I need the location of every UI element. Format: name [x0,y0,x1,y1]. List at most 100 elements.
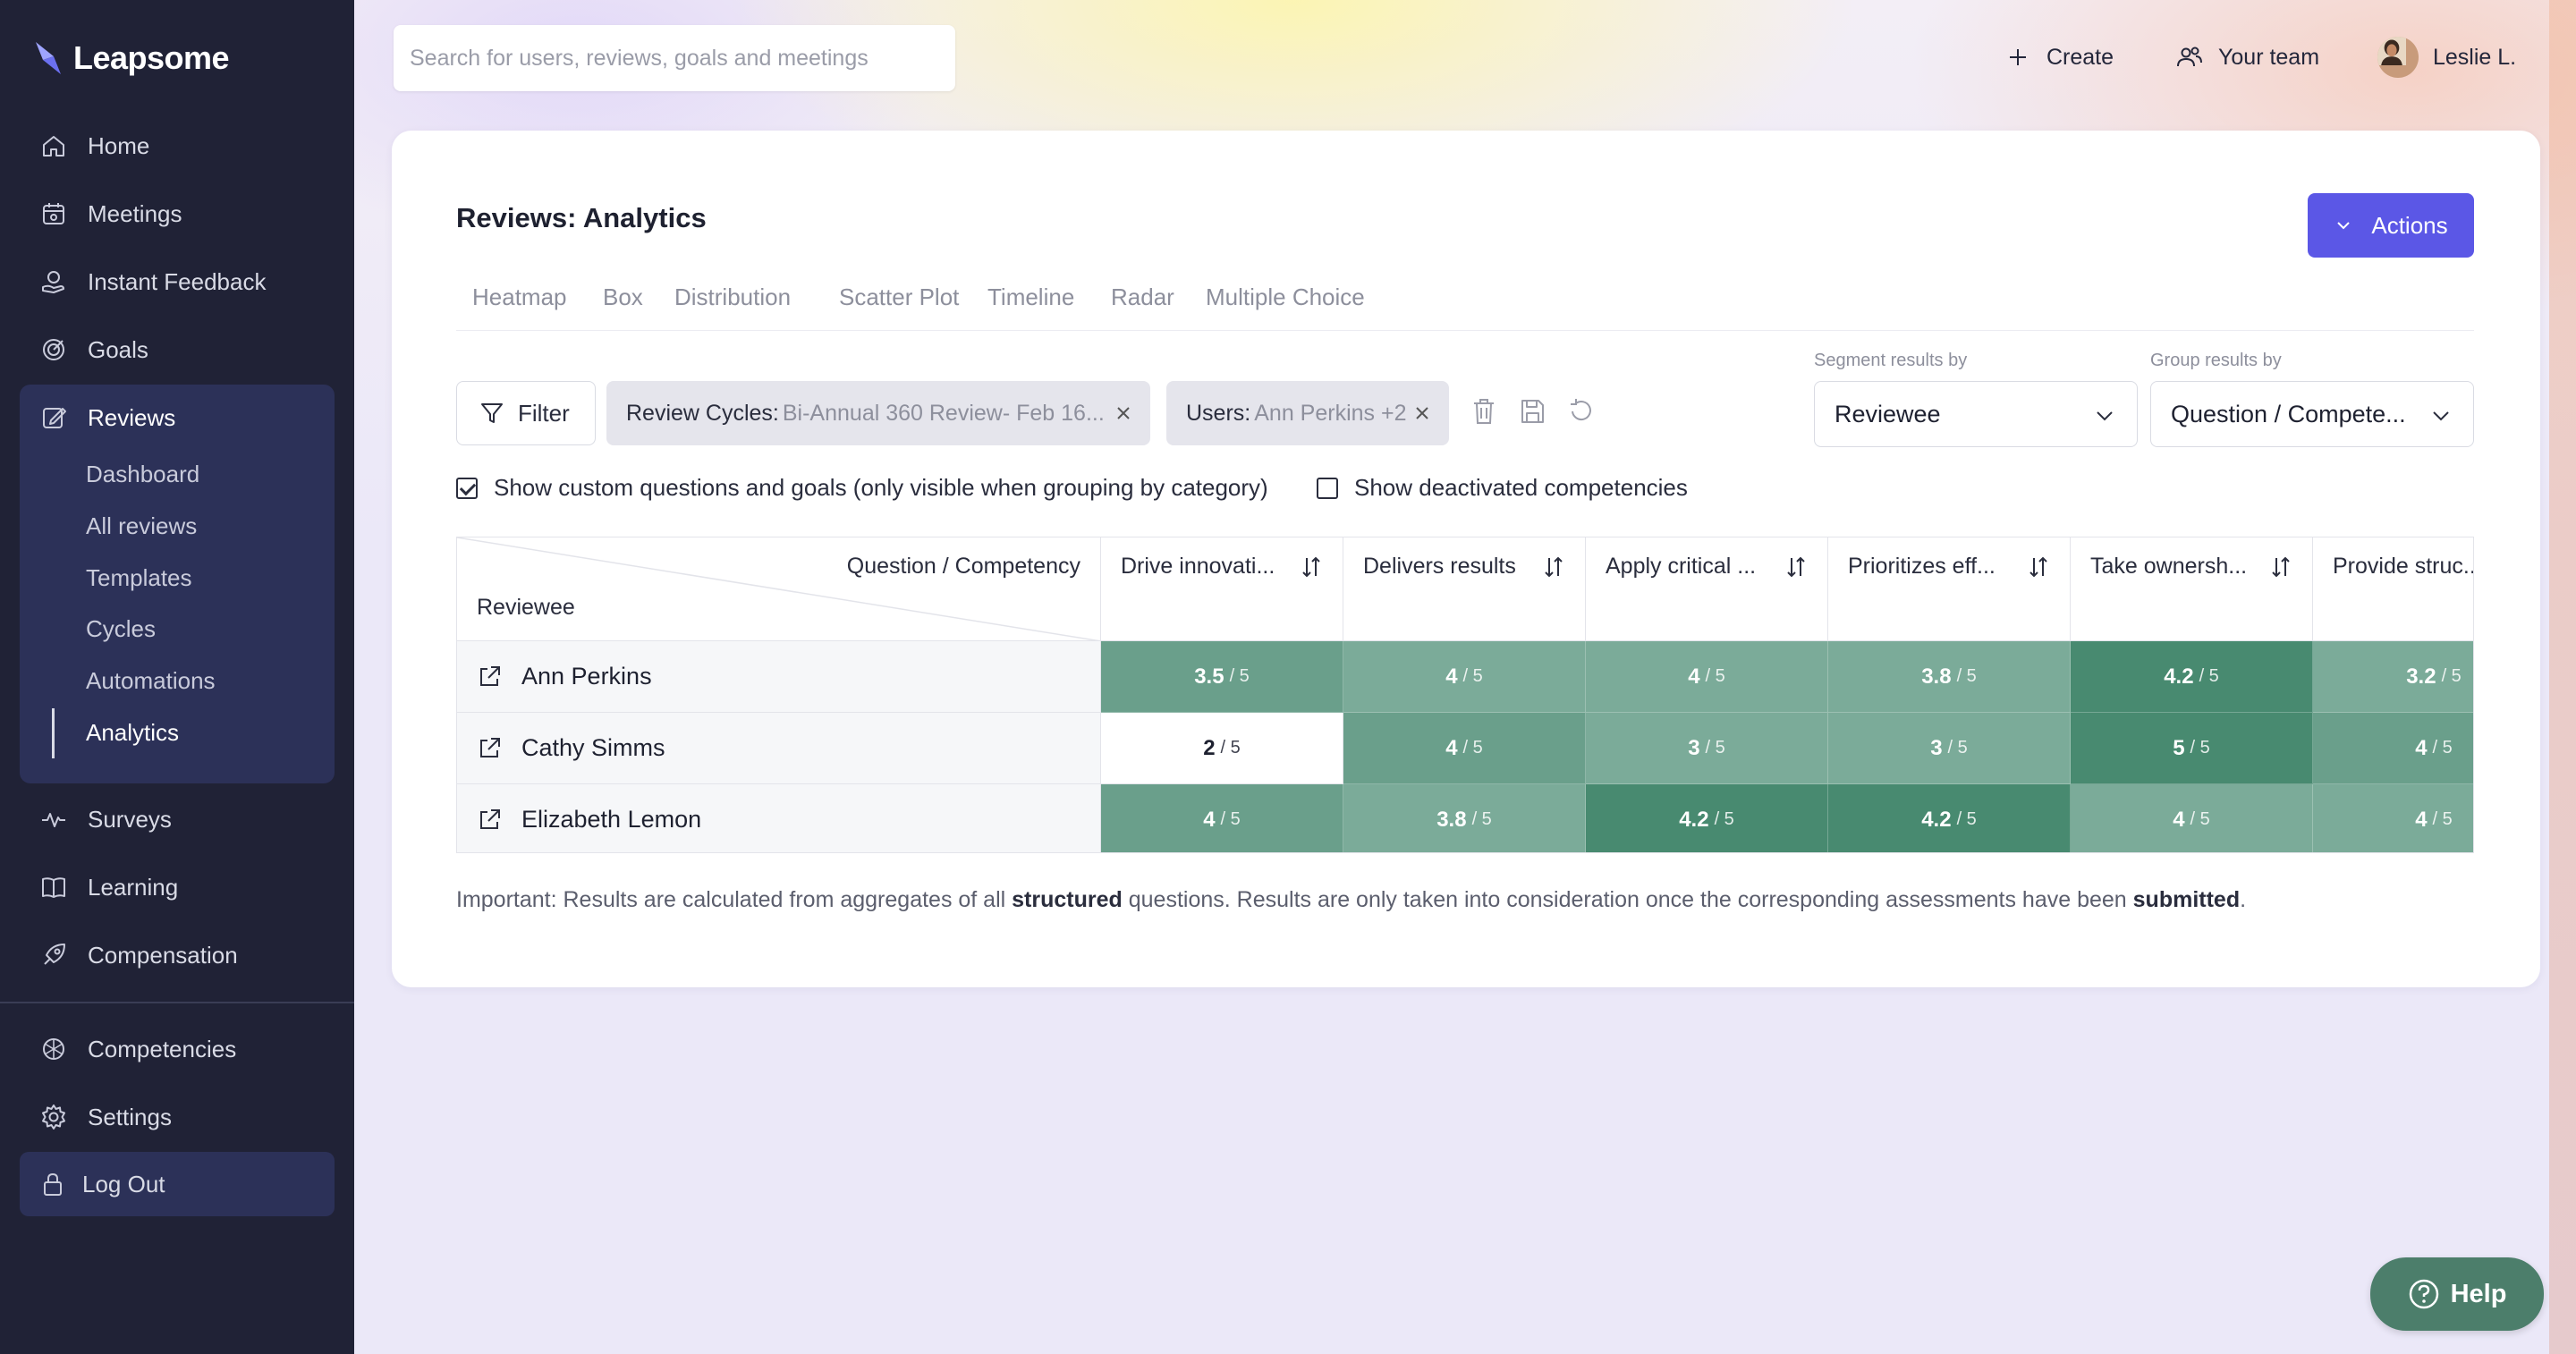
sidebar-subitem-cycles[interactable]: Cycles [86,607,156,650]
save-icon[interactable] [1517,395,1547,427]
sidebar-subitem-dashboard[interactable]: Dashboard [86,453,199,495]
checkbox-checked[interactable] [456,477,478,499]
sidebar-subitem-analytics[interactable]: Analytics [86,711,179,754]
tab-heatmap[interactable]: Heatmap [472,279,567,315]
column-header[interactable]: Delivers results [1343,537,1586,641]
filter-button[interactable]: Filter [456,381,596,445]
sidebar-item-label: Surveys [88,805,172,833]
segment-select[interactable]: Reviewee [1814,381,2138,447]
heatmap-cell[interactable]: 2/ 5 [1101,713,1343,784]
sidebar-item-home[interactable]: Home [20,118,335,173]
filter-chip-users[interactable]: Users: Ann Perkins +2 [1166,381,1449,445]
cell-denominator: / 5 [1714,809,1734,829]
table-row-header[interactable]: Cathy Simms [457,713,1101,784]
help-button[interactable]: Help [2370,1257,2544,1331]
table-row-header[interactable]: Elizabeth Lemon [457,784,1101,852]
heatmap-cell[interactable]: 4/ 5 [2071,784,2313,852]
column-header[interactable]: Drive innovati... [1101,537,1343,641]
heatmap-cell[interactable]: 4/ 5 [1343,641,1586,713]
sort-icon[interactable] [1783,554,1809,580]
sort-icon[interactable] [2025,554,2052,580]
sidebar-item-goals[interactable]: Goals [20,322,335,377]
cell-denominator: / 5 [1220,738,1241,757]
tab-scatter-plot[interactable]: Scatter Plot [839,279,959,315]
search-input[interactable] [394,25,955,91]
heatmap-cell[interactable]: 4.2/ 5 [1586,784,1828,852]
sidebar-item-settings[interactable]: Settings [20,1089,335,1145]
reset-icon[interactable] [1565,395,1596,427]
column-header[interactable]: Apply critical ... [1586,537,1828,641]
tab-box[interactable]: Box [603,279,643,315]
external-link-icon[interactable] [475,806,504,834]
cell-score: 4 [2415,735,2428,760]
heatmap-cell[interactable]: 4.2/ 5 [1828,784,2071,852]
column-header[interactable]: Provide struc... [2313,537,2474,641]
close-icon[interactable] [1111,401,1136,426]
create-label: Create [2046,44,2114,70]
column-header[interactable]: Prioritizes eff... [1828,537,2071,641]
sidebar-item-compensation[interactable]: Compensation [20,927,335,983]
column-header[interactable]: Take ownersh... [2071,537,2313,641]
heatmap-cell[interactable]: 3.2/ 5 [2313,641,2473,713]
sidebar-item-instant-feedback[interactable]: Instant Feedback [20,254,335,309]
heatmap-cell[interactable]: 3.8/ 5 [1828,641,2071,713]
logout-button[interactable]: Log Out [20,1152,335,1216]
cell-score: 4.2 [1679,807,1709,832]
external-link-icon[interactable] [475,663,504,691]
heatmap-cell[interactable]: 3/ 5 [1828,713,2071,784]
tab-radar[interactable]: Radar [1111,279,1174,315]
custom-questions-checkbox[interactable]: Show custom questions and goals (only vi… [456,474,1268,502]
sidebar-item-surveys[interactable]: Surveys [20,791,335,847]
column-header-label: Provide struc... [2333,554,2474,579]
sidebar-item-reviews[interactable]: Reviews [20,390,335,445]
heatmap-cell[interactable]: 4/ 5 [1343,713,1586,784]
tab-multiple-choice[interactable]: Multiple Choice [1206,279,1365,315]
heatmap-cell[interactable]: 3/ 5 [1586,713,1828,784]
sidebar-item-label: Settings [88,1103,172,1130]
heatmap-cell[interactable]: 4.2/ 5 [2071,641,2313,713]
leapsome-logo[interactable]: Leapsome [34,39,230,77]
tab-timeline[interactable]: Timeline [987,279,1074,315]
global-search[interactable] [394,25,955,91]
sidebar-item-learning[interactable]: Learning [20,859,335,915]
competencies-icon [43,1038,64,1060]
chip-label: Users: [1186,400,1251,426]
surveys-icon [42,813,65,827]
heatmap-cell[interactable]: 4/ 5 [2313,784,2473,852]
sidebar-item-competencies[interactable]: Competencies [20,1021,335,1077]
external-link-icon[interactable] [475,734,504,763]
heatmap-cell[interactable]: 5 / 5 [2071,713,2313,784]
sidebar-item-label: Instant Feedback [88,267,267,295]
heatmap-cell[interactable]: 4/ 5 [1101,784,1343,852]
deactivated-competencies-checkbox[interactable]: Show deactivated competencies [1317,474,1688,502]
trash-icon[interactable] [1469,395,1499,427]
heatmap-cell[interactable]: 4/ 5 [2313,713,2473,784]
group-select[interactable]: Question / Compete... [2150,381,2474,447]
sidebar-subitem-automations[interactable]: Automations [86,659,216,702]
segment-value: Reviewee [1835,400,1941,427]
cell-score: 4.2 [1921,807,1952,832]
user-menu[interactable]: Leslie L. [2377,32,2516,82]
group-value: Question / Compete... [2171,400,2406,427]
heatmap-cell[interactable]: 4/ 5 [1586,641,1828,713]
your-team-button[interactable]: Your team [2175,32,2319,82]
sort-icon[interactable] [2267,554,2294,580]
tab-distribution[interactable]: Distribution [674,279,791,315]
sidebar-item-meetings[interactable]: Meetings [20,186,335,241]
cell-score: 2 [1203,735,1216,760]
create-button[interactable]: Create [2004,32,2114,82]
cell-denominator: / 5 [2190,738,2210,757]
sidebar-subitem-all-reviews[interactable]: All reviews [86,504,197,547]
close-icon[interactable] [1410,401,1435,426]
actions-button[interactable]: Actions [2308,193,2474,258]
heatmap-cell[interactable]: 3.5/ 5 [1101,641,1343,713]
sort-icon[interactable] [1298,554,1325,580]
table-row-header[interactable]: Ann Perkins [457,641,1101,713]
reviews-icon [43,408,66,428]
heatmap-cell[interactable]: 3.8/ 5 [1343,784,1586,852]
cell-denominator: / 5 [1220,809,1241,829]
sidebar-subitem-templates[interactable]: Templates [86,556,192,599]
filter-chip-review-cycles[interactable]: Review Cycles: Bi-Annual 360 Review- Feb… [606,381,1150,445]
sort-icon[interactable] [1540,554,1567,580]
checkbox-unchecked[interactable] [1317,477,1338,499]
